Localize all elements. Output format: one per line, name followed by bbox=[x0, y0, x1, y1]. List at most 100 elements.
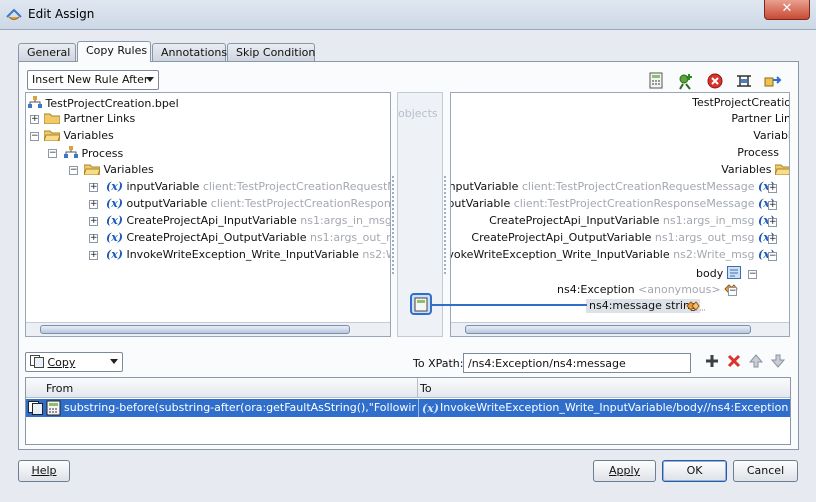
window-title: Edit Assign bbox=[28, 7, 95, 21]
copy-operation-select[interactable]: Copy bbox=[25, 352, 123, 372]
variable-icon: (x) bbox=[106, 248, 123, 261]
svg-text:(x): (x) bbox=[422, 402, 438, 415]
chevron-down-icon bbox=[110, 359, 118, 364]
source-variable-item[interactable]: (x) CreateProjectApi_OutputVariable ns1:… bbox=[106, 231, 390, 245]
source-variable-item[interactable]: (x) inputVariable client:TestProjectCrea… bbox=[106, 180, 390, 194]
xpath-expression-icon[interactable] bbox=[648, 72, 666, 90]
source-variable-item[interactable]: (x) InvokeWriteException_Write_InputVari… bbox=[106, 248, 390, 262]
apply-label: Apply bbox=[608, 464, 641, 477]
delete-icon[interactable] bbox=[726, 353, 742, 369]
splitter-handle[interactable] bbox=[391, 175, 395, 275]
target-variable-item[interactable]: CreateProjectApi_InputVariable ns1:args_… bbox=[489, 214, 775, 228]
variable-name: outputVariable bbox=[451, 197, 511, 210]
table-row[interactable]: substring-before(substring-after(ora:get… bbox=[26, 399, 790, 417]
map-icon[interactable] bbox=[764, 72, 782, 90]
source-partner-links[interactable]: Partner Links bbox=[43, 112, 136, 126]
expand-icon[interactable]: + bbox=[768, 218, 777, 227]
copy-rules-table[interactable]: From To substring-before(substring-after… bbox=[25, 377, 791, 445]
target-partner-links[interactable]: Partner Lin bbox=[731, 112, 790, 126]
target-process-variables[interactable]: Variables bbox=[721, 163, 789, 177]
partner-links-label: Partner Links bbox=[63, 112, 136, 125]
collapse-icon[interactable]: − bbox=[768, 252, 777, 261]
xpath-label: To XPath: bbox=[413, 357, 464, 370]
target-variable-item[interactable]: CreateProjectApi_OutputVariable ns1:args… bbox=[471, 231, 775, 245]
target-variable-item[interactable]: InvokeWriteException_Write_InputVariable… bbox=[451, 248, 775, 262]
tab-annotations[interactable]: Annotations bbox=[152, 43, 227, 62]
scrollbar-thumb[interactable] bbox=[465, 325, 751, 334]
source-variable-item[interactable]: (x) outputVariable client:TestProjectCre… bbox=[106, 197, 391, 211]
expand-icon[interactable]: + bbox=[30, 115, 39, 124]
copy-icon bbox=[30, 355, 44, 368]
delete-rule-icon[interactable] bbox=[706, 72, 724, 90]
collapse-icon[interactable]: − bbox=[30, 132, 39, 141]
tab-copy-rules[interactable]: Copy Rules bbox=[77, 41, 151, 62]
close-button[interactable]: ✕ bbox=[764, 0, 810, 20]
variable-type: client:TestProjectCreationResponseMess bbox=[210, 197, 391, 210]
expand-icon[interactable]: + bbox=[89, 200, 98, 209]
source-tree[interactable]: TestProjectCreation.bpel + Partner Links… bbox=[25, 92, 391, 337]
expand-icon[interactable]: + bbox=[768, 235, 777, 244]
move-up-icon[interactable] bbox=[748, 353, 764, 369]
collapse-icon[interactable]: − bbox=[728, 287, 737, 296]
rule-mode-value: Insert New Rule After bbox=[32, 73, 149, 86]
add-icon[interactable] bbox=[704, 353, 720, 369]
assign-icon bbox=[6, 8, 22, 20]
collapse-icon[interactable]: − bbox=[69, 166, 78, 175]
variable-type: ns1:args_in_msg bbox=[300, 214, 391, 227]
rule-mode-select[interactable]: Insert New Rule After bbox=[27, 70, 159, 90]
source-root[interactable]: TestProjectCreation.bpel bbox=[28, 96, 179, 110]
xpath-expression-icon bbox=[46, 400, 61, 416]
partner-links-label: Partner Lin bbox=[731, 112, 790, 125]
variable-type: ns2:Write bbox=[362, 248, 390, 261]
variable-type: ns2:Write_msg bbox=[673, 248, 755, 261]
target-variable-item[interactable]: outputVariable client:TestProjectCreatio… bbox=[451, 197, 775, 211]
collapse-icon[interactable]: − bbox=[748, 270, 757, 279]
expand-icon[interactable]: + bbox=[89, 183, 98, 192]
ok-button[interactable]: OK bbox=[662, 460, 727, 482]
help-button[interactable]: Help bbox=[18, 460, 70, 482]
variable-type: ns1:args_out_msg bbox=[309, 231, 390, 244]
target-variable-item[interactable]: inputVariable client:TestProjectCreation… bbox=[451, 180, 775, 194]
source-variable-item[interactable]: (x) CreateProjectApi_InputVariable ns1:a… bbox=[106, 214, 391, 228]
target-variables[interactable]: Variabl bbox=[753, 129, 789, 143]
tab-general[interactable]: General bbox=[18, 43, 76, 62]
target-process[interactable]: Process bbox=[737, 146, 779, 160]
expand-icon[interactable]: + bbox=[768, 184, 777, 193]
apply-button[interactable]: Apply bbox=[593, 460, 656, 482]
target-root[interactable]: TestProjectCreatio bbox=[692, 96, 789, 110]
cancel-button[interactable]: Cancel bbox=[733, 460, 798, 482]
target-message-node[interactable]: ns4:message string bbox=[586, 299, 700, 313]
source-process[interactable]: Process bbox=[64, 146, 123, 160]
mapping-connector[interactable] bbox=[405, 291, 590, 317]
variable-name: CreateProjectApi_InputVariable bbox=[126, 214, 297, 227]
process-label: Process bbox=[81, 147, 124, 160]
folder-icon bbox=[43, 113, 61, 125]
splitter-handle[interactable] bbox=[443, 175, 447, 275]
process-variables-label: Variables bbox=[721, 163, 772, 176]
expand-icon[interactable]: + bbox=[89, 234, 98, 243]
target-horizontal-scrollbar[interactable] bbox=[451, 322, 789, 336]
xpath-input[interactable]: /ns4:Exception/ns4:message bbox=[463, 353, 691, 373]
source-process-variables[interactable]: Variables bbox=[83, 163, 154, 177]
add-rule-icon[interactable] bbox=[677, 72, 695, 90]
target-body[interactable]: body bbox=[696, 266, 741, 280]
source-horizontal-scrollbar[interactable] bbox=[26, 322, 390, 336]
move-down-icon[interactable] bbox=[770, 353, 786, 369]
literal-icon[interactable] bbox=[735, 72, 753, 90]
folder-open-icon bbox=[43, 130, 61, 142]
scrollbar-thumb[interactable] bbox=[40, 325, 350, 334]
column-header-from[interactable]: From bbox=[26, 378, 418, 398]
expand-icon[interactable]: + bbox=[768, 201, 777, 210]
variable-icon: (x) bbox=[106, 214, 123, 227]
collapse-icon[interactable]: − bbox=[48, 149, 57, 158]
column-header-to[interactable]: To bbox=[418, 378, 790, 398]
chevron-down-icon bbox=[146, 77, 154, 82]
column-divider bbox=[418, 399, 419, 417]
source-variables[interactable]: Variables bbox=[43, 129, 114, 143]
variable-icon: (x) bbox=[106, 231, 123, 244]
tab-skip-condition[interactable]: Skip Condition bbox=[227, 43, 315, 62]
variable-type: ns1:args_in_msg bbox=[662, 214, 755, 227]
expand-icon[interactable]: + bbox=[89, 251, 98, 260]
title-bar: Edit Assign ✕ bbox=[0, 0, 816, 30]
expand-icon[interactable]: + bbox=[89, 217, 98, 226]
